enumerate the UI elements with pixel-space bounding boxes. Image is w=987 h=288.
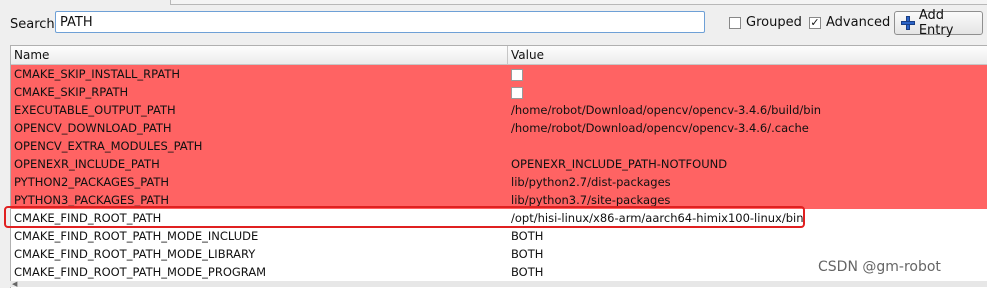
table-row[interactable]: OPENEXR_INCLUDE_PATH OPENEXR_INCLUDE_PATH…: [11, 155, 987, 173]
entry-name[interactable]: CMAKE_FIND_ROOT_PATH_MODE_LIBRARY: [11, 247, 508, 261]
advanced-checkbox[interactable]: ✓: [809, 16, 821, 29]
search-label: Search:: [10, 17, 60, 32]
entry-value-checkbox[interactable]: [511, 68, 523, 81]
entry-name[interactable]: EXECUTABLE_OUTPUT_PATH: [11, 103, 508, 117]
table-row[interactable]: OPENCV_DOWNLOAD_PATH/home/robot/Download…: [11, 119, 987, 137]
table-row[interactable]: CMAKE_FIND_ROOT_PATH/opt/hisi-linux/x86-…: [11, 209, 987, 227]
entry-name[interactable]: CMAKE_SKIP_RPATH: [11, 85, 508, 99]
entry-name[interactable]: PYTHON3_PACKAGES_PATH: [11, 193, 508, 207]
table-row[interactable]: EXECUTABLE_OUTPUT_PATH/home/robot/Downlo…: [11, 101, 987, 119]
table-row[interactable]: CMAKE_SKIP_RPATH: [11, 83, 987, 101]
entry-value-checkbox[interactable]: [511, 86, 523, 99]
entry-value[interactable]: /opt/hisi-linux/x86-arm/aarch64-himix100…: [508, 211, 987, 225]
entry-value-checkbox-cell[interactable]: [508, 85, 987, 99]
entry-value[interactable]: /home/robot/Download/opencv/opencv-3.4.6…: [508, 121, 987, 135]
entry-name[interactable]: OPENCV_DOWNLOAD_PATH: [11, 121, 508, 135]
entry-name[interactable]: CMAKE_FIND_ROOT_PATH: [11, 211, 508, 225]
table-row[interactable]: PYTHON3_PACKAGES_PATH lib/python3.7/site-…: [11, 191, 987, 209]
entry-value[interactable]: OPENEXR_INCLUDE_PATH-NOTFOUND: [508, 157, 987, 171]
advanced-label: Advanced: [826, 15, 891, 30]
table-header: Name Value: [11, 46, 987, 65]
advanced-option[interactable]: ✓ Advanced: [809, 15, 890, 30]
table-row[interactable]: CMAKE_SKIP_INSTALL_RPATH: [11, 65, 987, 83]
search-input[interactable]: [55, 11, 705, 33]
plus-icon: [901, 16, 915, 30]
entry-value-checkbox-cell[interactable]: [508, 67, 987, 81]
entry-name[interactable]: PYTHON2_PACKAGES_PATH: [11, 175, 508, 189]
add-entry-button[interactable]: Add Entry: [894, 8, 983, 38]
entry-name[interactable]: OPENEXR_INCLUDE_PATH: [11, 157, 508, 171]
cache-table: Name Value CMAKE_SKIP_INSTALL_RPATH CMAKE…: [10, 45, 987, 288]
horizontal-scrollbar[interactable]: ◀: [10, 281, 987, 288]
entry-value[interactable]: BOTH: [508, 229, 987, 243]
top-tab-strip: [0, 0, 987, 6]
grouped-option[interactable]: Grouped: [729, 15, 802, 30]
column-header-value[interactable]: Value: [508, 46, 987, 64]
entry-value[interactable]: /home/robot/Download/opencv/opencv-3.4.6…: [508, 103, 987, 117]
scroll-left-arrow-icon[interactable]: ◀: [12, 281, 17, 288]
entry-name[interactable]: CMAKE_FIND_ROOT_PATH_MODE_PROGRAM: [11, 265, 508, 279]
entry-value[interactable]: lib/python2.7/dist-packages: [508, 175, 987, 189]
entry-name[interactable]: CMAKE_FIND_ROOT_PATH_MODE_INCLUDE: [11, 229, 508, 243]
entry-name[interactable]: CMAKE_SKIP_INSTALL_RPATH: [11, 67, 508, 81]
table-row[interactable]: CMAKE_FIND_ROOT_PATH_MODE_INCLUDE BOTH: [11, 227, 987, 245]
toolbar: Search: Grouped ✓ Advanced Add Entry: [0, 8, 987, 40]
watermark: CSDN @gm-robot: [818, 259, 941, 275]
grouped-checkbox[interactable]: [729, 16, 741, 29]
column-header-name[interactable]: Name: [11, 46, 508, 64]
table-row[interactable]: PYTHON2_PACKAGES_PATH lib/python2.7/dist-…: [11, 173, 987, 191]
table-body: CMAKE_SKIP_INSTALL_RPATH CMAKE_SKIP_RPATH…: [11, 65, 987, 281]
grouped-label: Grouped: [746, 15, 802, 30]
tab-edge: [170, 0, 987, 5]
table-row[interactable]: OPENCV_EXTRA_MODULES_PATH: [11, 137, 987, 155]
entry-value[interactable]: lib/python3.7/site-packages: [508, 193, 987, 207]
add-entry-label: Add Entry: [918, 8, 954, 38]
entry-name[interactable]: OPENCV_EXTRA_MODULES_PATH: [11, 139, 508, 153]
